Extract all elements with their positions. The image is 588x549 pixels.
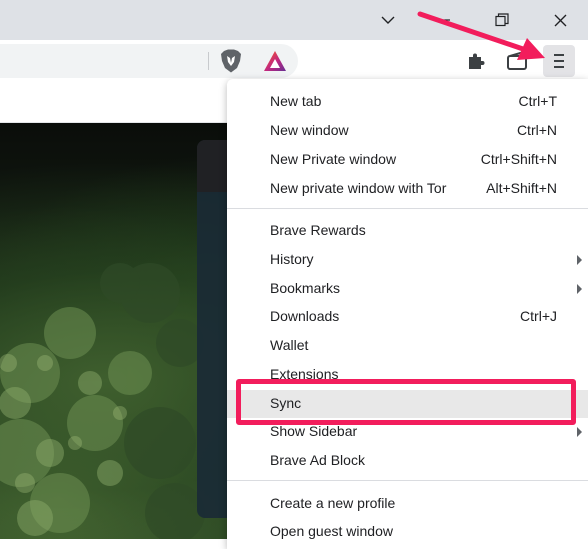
address-bar[interactable]: [0, 44, 298, 78]
wallet-icon: [507, 51, 527, 70]
extensions-button[interactable]: [463, 48, 489, 74]
menu-item-label: Wallet: [270, 337, 309, 353]
menu-item-label: Brave Rewards: [270, 222, 366, 238]
wallet-button[interactable]: [504, 48, 530, 74]
menu-item-label: History: [270, 251, 314, 267]
menu-item-label: Bookmarks: [270, 280, 341, 296]
menu-item-shortcut: Alt+Shift+N: [486, 180, 557, 196]
tab-search-button[interactable]: [360, 0, 416, 40]
submenu-arrow-icon: [577, 427, 582, 437]
brave-rewards-button[interactable]: [262, 48, 288, 74]
hamburger-menu-icon: [554, 54, 564, 68]
submenu-arrow-icon: [577, 284, 582, 294]
submenu-arrow-icon: [577, 255, 582, 265]
menu-item-shortcut: Ctrl+N: [516, 122, 557, 138]
menu-item-brave-ad-block[interactable]: Brave Ad Block: [227, 447, 588, 475]
menu-item-label: Sync: [270, 395, 302, 411]
menu-item-show-sidebar[interactable]: Show Sidebar: [227, 418, 588, 446]
menu-item-new-window[interactable]: New window Ctrl+N: [227, 117, 588, 145]
menu-item-label: Downloads: [270, 308, 340, 324]
menu-item-label: New Private window: [270, 151, 397, 167]
restore-icon: [495, 13, 509, 27]
menu-item-label: Show Sidebar: [270, 423, 358, 439]
menu-item-open-guest-window[interactable]: Open guest window: [227, 518, 588, 546]
close-window-button[interactable]: [532, 0, 588, 40]
menu-item-wallet[interactable]: Wallet: [227, 332, 588, 360]
menu-item-label: Extensions: [270, 366, 339, 382]
menu-item-downloads[interactable]: Downloads Ctrl+J: [227, 303, 588, 331]
menu-separator: [227, 208, 588, 209]
menu-item-label: New private window with Tor: [270, 180, 447, 196]
title-bar: [0, 0, 588, 40]
chevron-down-icon: [381, 16, 395, 24]
menu-item-label: Brave Ad Block: [270, 452, 365, 468]
puzzle-icon: [469, 53, 485, 69]
menu-item-brave-rewards[interactable]: Brave Rewards: [227, 217, 588, 245]
menu-item-history[interactable]: History: [227, 246, 588, 274]
brave-lion-icon: [221, 49, 241, 73]
menu-item-label: Create a new profile: [270, 495, 396, 511]
close-icon: [554, 14, 566, 26]
menu-item-label: New window: [270, 122, 349, 138]
restore-button[interactable]: [474, 0, 530, 40]
menu-item-label: Open guest window: [270, 523, 393, 539]
menu-item-new-private-window[interactable]: New Private window Ctrl+Shift+N: [227, 146, 588, 174]
menu-item-shortcut: Ctrl+T: [518, 93, 558, 109]
main-menu-button[interactable]: [543, 45, 575, 77]
address-bar-separator: [208, 52, 209, 70]
menu-item-label: New tab: [270, 93, 322, 109]
brave-rewards-triangle-icon: [264, 51, 286, 71]
menu-item-create-profile[interactable]: Create a new profile: [227, 490, 588, 518]
app-menu: New tab Ctrl+T New window Ctrl+N New Pri…: [227, 79, 588, 549]
menu-item-extensions[interactable]: Extensions: [227, 361, 588, 389]
menu-item-bookmarks[interactable]: Bookmarks: [227, 275, 588, 303]
minimize-button[interactable]: [416, 0, 472, 40]
menu-item-sync[interactable]: Sync: [227, 390, 588, 418]
brave-shields-button[interactable]: [218, 48, 244, 74]
menu-item-shortcut: Ctrl+Shift+N: [480, 151, 557, 167]
menu-item-new-private-window-tor[interactable]: New private window with Tor Alt+Shift+N: [227, 175, 588, 203]
menu-item-new-tab[interactable]: New tab Ctrl+T: [227, 88, 588, 116]
toolbar: [0, 40, 588, 82]
minimize-icon: [438, 19, 450, 21]
menu-separator: [227, 480, 588, 481]
menu-item-shortcut: Ctrl+J: [520, 308, 557, 324]
